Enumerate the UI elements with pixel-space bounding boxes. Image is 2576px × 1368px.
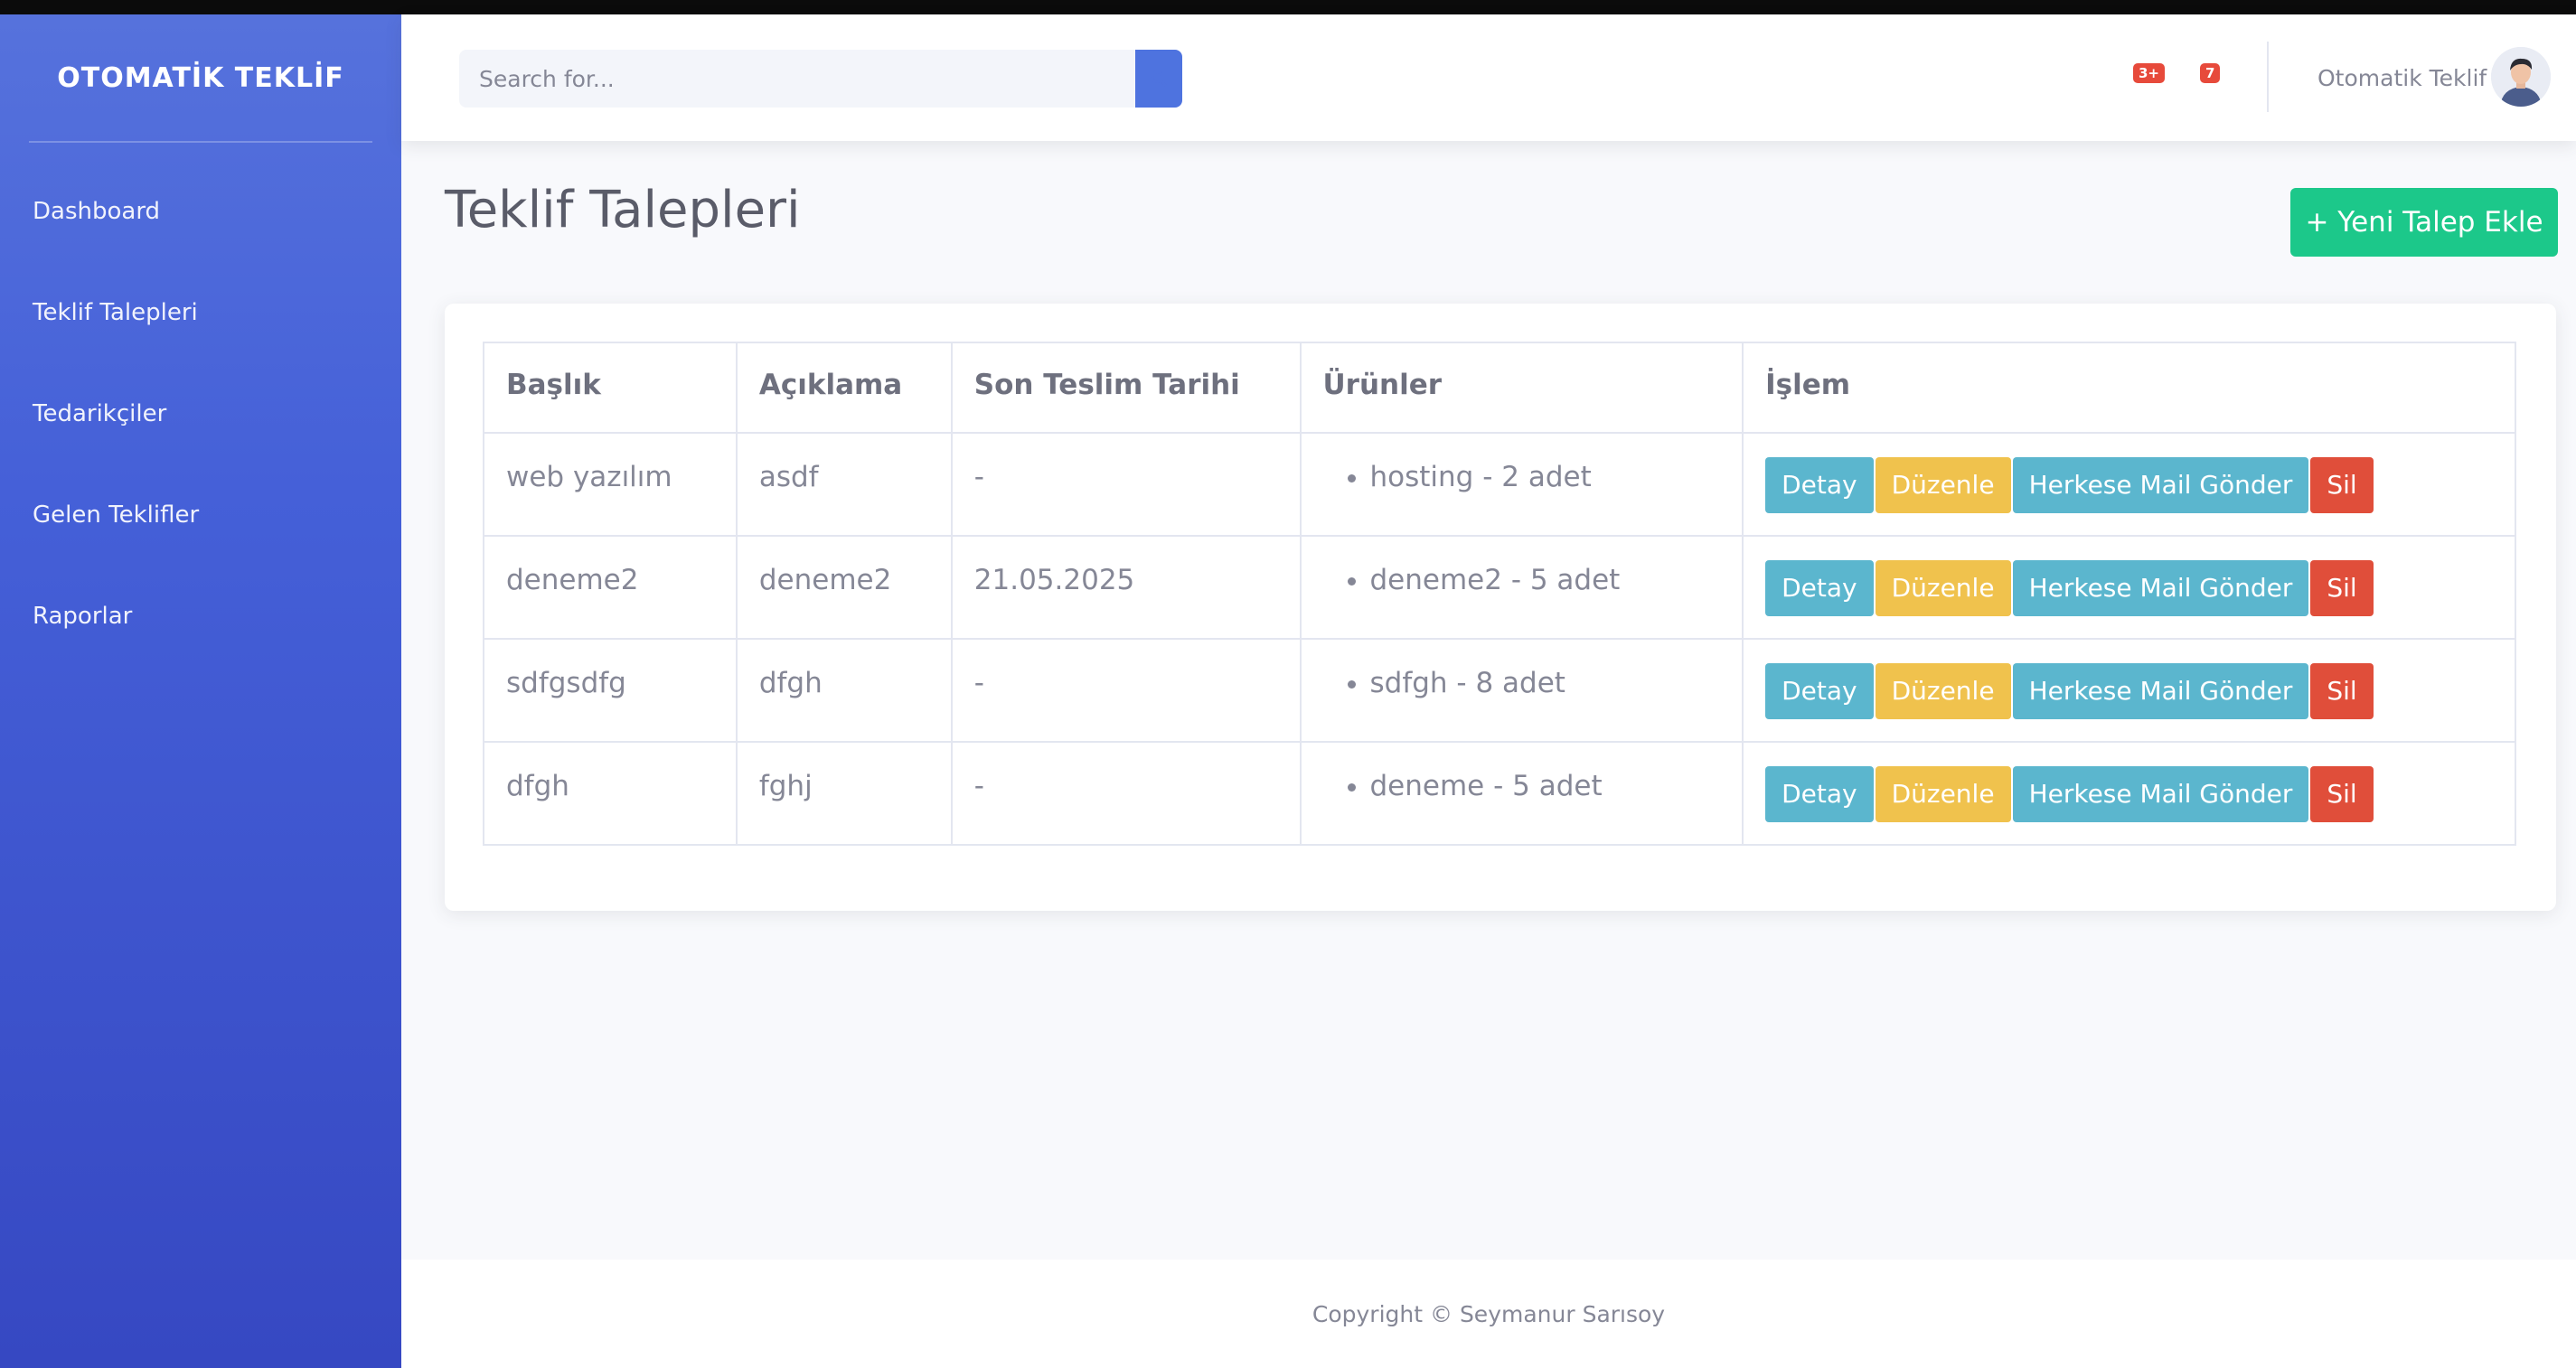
search-input[interactable] <box>459 50 1135 108</box>
detail-button[interactable]: Detay <box>1765 766 1874 822</box>
edit-button[interactable]: Düzenle <box>1875 457 2011 513</box>
search-group <box>459 50 1182 108</box>
cell-actions: Detay Düzenle Herkese Mail Gönder Sil <box>1742 535 2516 640</box>
edit-button[interactable]: Düzenle <box>1875 560 2011 616</box>
copyright-text: Copyright © Seymanur Sarısoy <box>1312 1300 1666 1327</box>
cell-title: dfgh <box>483 741 738 846</box>
cell-description: dfgh <box>735 638 953 743</box>
add-request-button[interactable]: + Yeni Talep Ekle <box>2290 188 2558 257</box>
edit-button[interactable]: Düzenle <box>1875 766 2011 822</box>
product-item: hosting - 2 adet <box>1370 461 1721 493</box>
cell-title: web yazılım <box>483 432 738 537</box>
sidebar-item-gelen-teklifler[interactable]: Gelen Teklifler <box>0 464 401 566</box>
window-top-strip <box>0 0 2576 14</box>
column-header-islem: İşlem <box>1742 342 2516 434</box>
search-icon <box>1151 70 1168 88</box>
sidebar-item-dashboard[interactable]: Dashboard <box>0 161 401 262</box>
sidebar-nav: Dashboard Teklif Talepleri Tedarikçiler … <box>0 161 401 667</box>
alerts-badge: 3+ <box>2133 63 2166 83</box>
cell-title: sdfgsdfg <box>483 638 738 743</box>
sidebar: OTOMATİK TEKLİF Dashboard Teklif Taleple… <box>0 14 401 1368</box>
cell-products: deneme2 - 5 adet <box>1299 535 1744 640</box>
requests-table: Başlık Açıklama Son Teslim Tarihi Ürünle… <box>483 342 2516 846</box>
edit-button[interactable]: Düzenle <box>1875 663 2011 719</box>
delete-button[interactable]: Sil <box>2310 560 2374 616</box>
user-avatar-icon <box>2491 47 2551 107</box>
table-row: sdfgsdfg dfgh - sdfgh - 8 adet DetayDüze… <box>483 638 2516 743</box>
mail-all-button[interactable]: Herkese Mail Gönder <box>2012 560 2309 616</box>
detail-button[interactable]: Detay <box>1765 663 1874 719</box>
column-header-baslik: Başlık <box>483 342 738 434</box>
cell-actions: Detay Düzenle Herkese Mail Gönder Sil <box>1742 638 2516 743</box>
messages-badge: 7 <box>2200 63 2221 83</box>
requests-card: Başlık Açıklama Son Teslim Tarihi Ürünle… <box>445 304 2556 911</box>
detail-button[interactable]: Detay <box>1765 457 1874 513</box>
cell-deadline: - <box>950 741 1302 846</box>
cell-description: deneme2 <box>735 535 953 640</box>
avatar[interactable] <box>2491 47 2551 107</box>
search-button[interactable] <box>1135 50 1182 108</box>
mail-all-button[interactable]: Herkese Mail Gönder <box>2012 663 2309 719</box>
table-row: dfgh fghj - deneme - 5 adet DetayDüzenle… <box>483 741 2516 846</box>
footer: Copyright © Seymanur Sarısoy <box>401 1260 2576 1368</box>
user-name[interactable]: Otomatik Teklif <box>2317 65 2487 91</box>
column-header-urunler: Ürünler <box>1299 342 1744 434</box>
sidebar-brand[interactable]: OTOMATİK TEKLİF <box>0 14 401 141</box>
topbar: 3+ 7 Otomatik Teklif <box>401 14 2576 141</box>
messages-dropdown[interactable]: 7 <box>2184 54 2229 99</box>
cell-title: deneme2 <box>483 535 738 640</box>
product-item: deneme2 - 5 adet <box>1370 564 1721 596</box>
delete-button[interactable]: Sil <box>2310 663 2374 719</box>
product-item: deneme - 5 adet <box>1370 770 1721 802</box>
sidebar-item-raporlar[interactable]: Raporlar <box>0 566 401 667</box>
column-header-son-teslim-tarihi: Son Teslim Tarihi <box>950 342 1302 434</box>
sidebar-item-teklif-talepleri[interactable]: Teklif Talepleri <box>0 262 401 363</box>
mail-all-button[interactable]: Herkese Mail Gönder <box>2012 457 2309 513</box>
sidebar-item-tedarikciler[interactable]: Tedarikçiler <box>0 363 401 464</box>
table-header-row: Başlık Açıklama Son Teslim Tarihi Ürünle… <box>483 342 2516 434</box>
cell-products: hosting - 2 adet <box>1299 432 1744 537</box>
table-row: deneme2 deneme2 21.05.2025 deneme2 - 5 a… <box>483 535 2516 640</box>
cell-deadline: - <box>950 432 1302 537</box>
cell-products: deneme - 5 adet <box>1299 741 1744 846</box>
cell-description: fghj <box>735 741 953 846</box>
page-title: Teklif Talepleri <box>445 181 801 239</box>
cell-products: sdfgh - 8 adet <box>1299 638 1744 743</box>
delete-button[interactable]: Sil <box>2310 457 2374 513</box>
cell-deadline: 21.05.2025 <box>950 535 1302 640</box>
mail-all-button[interactable]: Herkese Mail Gönder <box>2012 766 2309 822</box>
detail-button[interactable]: Detay <box>1765 560 1874 616</box>
cell-actions: Detay Düzenle Herkese Mail Gönder Sil <box>1742 432 2516 537</box>
delete-button[interactable]: Sil <box>2310 766 2374 822</box>
topbar-divider <box>2267 42 2269 112</box>
cell-actions: Detay Düzenle Herkese Mail Gönder Sil <box>1742 741 2516 846</box>
table-row: web yazılım asdf - hosting - 2 adet Deta… <box>483 432 2516 537</box>
product-item: sdfgh - 8 adet <box>1370 667 1721 699</box>
cell-deadline: - <box>950 638 1302 743</box>
column-header-aciklama: Açıklama <box>735 342 953 434</box>
alerts-dropdown[interactable]: 3+ <box>2119 54 2166 99</box>
cell-description: asdf <box>735 432 953 537</box>
sidebar-divider <box>29 141 372 143</box>
